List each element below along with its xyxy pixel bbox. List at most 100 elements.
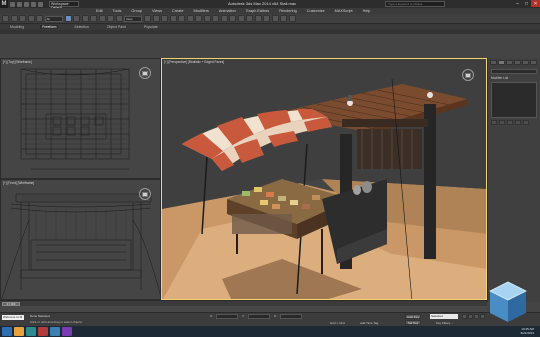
key-filters-button[interactable]: Key Filters... xyxy=(436,321,453,325)
keyboard-shortcut-icon[interactable] xyxy=(161,15,168,22)
show-end-result-icon[interactable] xyxy=(499,120,505,125)
link-icon[interactable] xyxy=(19,15,26,22)
create-tab-icon[interactable] xyxy=(490,60,497,65)
app-taskbar-icon[interactable] xyxy=(38,327,48,336)
utilities-tab-icon[interactable] xyxy=(530,60,537,65)
app-logo-icon[interactable]: M xyxy=(0,0,8,8)
reference-coordinate-dropdown[interactable]: View xyxy=(124,15,142,22)
spinner-snap-icon[interactable] xyxy=(195,15,202,22)
object-name-field[interactable] xyxy=(491,69,537,74)
menu-help[interactable]: Help xyxy=(363,9,371,13)
viewport-perspective-label[interactable]: [+] [Perspective] [Realistic + Edged Fac… xyxy=(164,60,224,64)
x-coordinate-field[interactable] xyxy=(216,314,238,319)
app-taskbar-icon[interactable] xyxy=(62,327,72,336)
rotate-icon[interactable] xyxy=(107,15,114,22)
viewcube-icon[interactable] xyxy=(462,69,474,81)
viewport-front[interactable]: [+] [Front] [Wireframe] xyxy=(0,179,161,300)
graphite-toggle-icon[interactable] xyxy=(237,15,245,22)
modifier-stack[interactable] xyxy=(491,82,537,118)
schematic-view-icon[interactable] xyxy=(254,15,262,22)
select-by-name-icon[interactable] xyxy=(73,15,80,22)
modify-tab-icon[interactable] xyxy=(498,60,505,65)
modifier-list-label[interactable]: Modifier List xyxy=(491,76,537,80)
tab-selection[interactable]: Selection xyxy=(72,25,90,29)
file-explorer-icon[interactable] xyxy=(14,327,24,336)
auto-key-button[interactable]: Auto Key xyxy=(405,314,421,319)
layer-manager-icon[interactable] xyxy=(229,15,236,22)
menu-tools[interactable]: Tools xyxy=(113,9,122,13)
rendered-frame-window-icon[interactable] xyxy=(280,15,287,22)
open-file-icon[interactable] xyxy=(17,1,22,7)
y-coordinate-field[interactable] xyxy=(248,314,270,319)
viewport-top[interactable]: [+] [Top] [Wireframe] xyxy=(0,58,161,179)
material-editor-icon[interactable] xyxy=(263,15,270,22)
menu-edit[interactable]: Edit xyxy=(96,9,103,13)
search-input[interactable]: Type a keyword or phrase xyxy=(385,1,445,7)
add-time-tag[interactable]: Add Time Tag xyxy=(360,321,378,325)
previous-frame-icon[interactable] xyxy=(468,314,473,319)
configure-modifier-sets-icon[interactable] xyxy=(523,120,529,125)
menu-maxscript[interactable]: MAXScript xyxy=(335,9,353,13)
move-icon[interactable] xyxy=(98,15,106,22)
select-object-icon[interactable] xyxy=(64,15,72,22)
pin-stack-icon[interactable] xyxy=(491,120,497,125)
curve-editor-icon[interactable] xyxy=(246,15,253,22)
menu-rendering[interactable]: Rendering xyxy=(279,9,297,13)
remove-modifier-icon[interactable] xyxy=(515,120,521,125)
display-tab-icon[interactable] xyxy=(522,60,529,65)
tab-object-paint[interactable]: Object Paint xyxy=(105,25,128,29)
hierarchy-tab-icon[interactable] xyxy=(506,60,513,65)
save-file-icon[interactable] xyxy=(24,1,29,7)
scale-icon[interactable] xyxy=(115,15,123,22)
new-file-icon[interactable] xyxy=(10,1,15,7)
menu-create[interactable]: Create xyxy=(172,9,183,13)
maxscript-listener-input[interactable]: Welcome to M xyxy=(2,315,24,320)
maximize-button[interactable]: □ xyxy=(522,0,531,7)
key-selection-dropdown[interactable]: Selected xyxy=(430,314,458,319)
menu-graph-editors[interactable]: Graph Editors xyxy=(246,9,269,13)
named-selection-icon[interactable] xyxy=(203,15,211,22)
window-crossing-icon[interactable] xyxy=(90,15,97,22)
menu-animation[interactable]: Animation xyxy=(219,9,236,13)
render-setup-icon[interactable] xyxy=(271,15,279,22)
unlink-icon[interactable] xyxy=(27,15,35,22)
viewcube-icon[interactable] xyxy=(139,188,151,200)
rectangular-selection-icon[interactable] xyxy=(81,15,89,22)
z-coordinate-field[interactable] xyxy=(280,314,302,319)
undo-button[interactable] xyxy=(2,15,9,22)
set-key-button[interactable]: Set Key xyxy=(405,320,421,325)
go-to-start-icon[interactable] xyxy=(462,314,467,319)
tab-populate[interactable]: Populate xyxy=(142,25,160,29)
pivot-center-icon[interactable] xyxy=(144,15,151,22)
bind-space-warp-icon[interactable] xyxy=(36,15,43,22)
render-production-icon[interactable] xyxy=(288,15,296,22)
undo-icon[interactable] xyxy=(31,1,36,7)
viewport-top-label[interactable]: [+] [Top] [Wireframe] xyxy=(3,60,32,64)
tab-freeform[interactable]: Freeform xyxy=(40,25,59,29)
percent-snap-icon[interactable] xyxy=(186,15,194,22)
start-button-icon[interactable] xyxy=(2,327,12,336)
3ds-max-taskbar-icon[interactable] xyxy=(26,327,36,336)
close-button[interactable]: ✕ xyxy=(531,0,540,7)
menu-group[interactable]: Group xyxy=(131,9,142,13)
motion-tab-icon[interactable] xyxy=(514,60,521,65)
menu-modifiers[interactable]: Modifiers xyxy=(193,9,208,13)
tab-modeling[interactable]: Modeling xyxy=(8,25,26,29)
viewcube-icon[interactable] xyxy=(139,67,151,79)
minimize-button[interactable]: – xyxy=(513,0,522,7)
selection-filter-dropdown[interactable]: All xyxy=(44,15,63,22)
align-icon[interactable] xyxy=(220,15,228,22)
viewport-perspective[interactable]: [+] [Perspective] [Realistic + Edged Fac… xyxy=(161,58,487,300)
menu-customize[interactable]: Customize xyxy=(307,9,325,13)
play-icon[interactable] xyxy=(474,314,479,319)
menu-views[interactable]: Views xyxy=(152,9,162,13)
system-clock[interactable]: 10:45 AM 6/21/2013 xyxy=(521,327,534,335)
workspace-dropdown[interactable]: Workspace: Default xyxy=(49,1,79,10)
redo-icon[interactable] xyxy=(38,1,43,7)
viewport-front-label[interactable]: [+] [Front] [Wireframe] xyxy=(3,181,34,185)
make-unique-icon[interactable] xyxy=(507,120,513,125)
app-taskbar-icon[interactable] xyxy=(50,327,60,336)
angle-snap-icon[interactable] xyxy=(178,15,185,22)
redo-button[interactable] xyxy=(10,15,18,22)
snaps-toggle-icon[interactable] xyxy=(169,15,177,22)
